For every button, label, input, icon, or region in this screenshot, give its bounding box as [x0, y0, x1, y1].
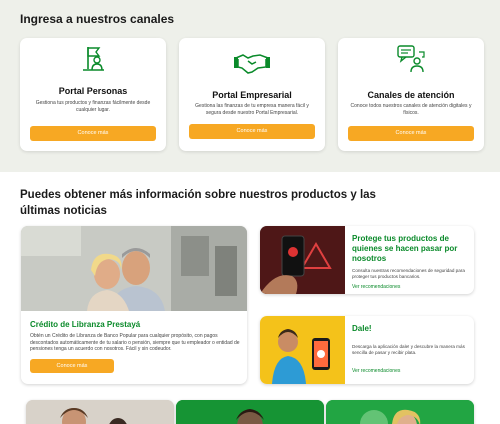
channel-card-atencion: Canales de atención Conoce todos nuestro…	[338, 38, 484, 151]
ver-recomendaciones-link[interactable]: Ver recomendaciones	[352, 368, 400, 374]
channel-description: Gestiona las finanzas de tu empresa mane…	[195, 103, 309, 116]
news-title: Puedes obtener más información sobre nue…	[20, 189, 376, 217]
flag-person-icon	[20, 44, 166, 72]
chat-support-icon	[338, 44, 484, 73]
phone-alert-photo	[260, 226, 345, 294]
featured-news-title: Crédito de Libranza Prestayá	[30, 320, 141, 329]
channel-card-personas: Portal Personas Gestiona tus productos y…	[20, 38, 166, 151]
news-title: Dale!	[352, 324, 372, 333]
featured-news-card: Crédito de Libranza Prestayá Obtén un Cr…	[21, 226, 247, 384]
conoce-mas-button[interactable]: Conoce más	[189, 124, 315, 139]
conoce-mas-button[interactable]: Conoce más	[30, 126, 156, 141]
featured-news-description: Obtén un Crédito de Libranza de Banco Po…	[30, 333, 240, 352]
channel-title: Portal Personas	[58, 86, 128, 96]
channels-title: Ingresa a nuestros canales	[20, 12, 175, 26]
dale-app-photo	[260, 316, 345, 384]
news-card-partial	[326, 400, 474, 424]
couple-photo	[21, 226, 247, 311]
channel-title: Canales de atención	[367, 90, 455, 100]
news-description: Descarga la aplicación dale! y descubre …	[352, 344, 465, 355]
news-description: Consulta nuestras recomendaciones de seg…	[352, 268, 465, 279]
ver-recomendaciones-link[interactable]: Ver recomendaciones	[352, 284, 400, 290]
news-card-partial	[26, 400, 174, 424]
news-card-security: Protege tus productos de quienes se hace…	[260, 226, 474, 294]
news-card-dale: Dale! Descarga la aplicación dale! y des…	[260, 316, 474, 384]
handshake-icon	[179, 50, 325, 78]
news-title: Protege tus productos de quienes se hace…	[352, 234, 458, 263]
channel-title: Portal Empresarial	[212, 90, 292, 100]
conoce-mas-button[interactable]: Conoce más	[348, 126, 474, 141]
news-card-partial	[176, 400, 324, 424]
channel-card-empresarial: Portal Empresarial Gestiona las finanzas…	[179, 38, 325, 151]
channel-description: Conoce todos nuestros canales de atenció…	[350, 103, 472, 116]
channel-description: Gestiona tus productos y finanzas fácilm…	[35, 100, 151, 113]
conoce-mas-button[interactable]: Conoce más	[30, 359, 114, 373]
